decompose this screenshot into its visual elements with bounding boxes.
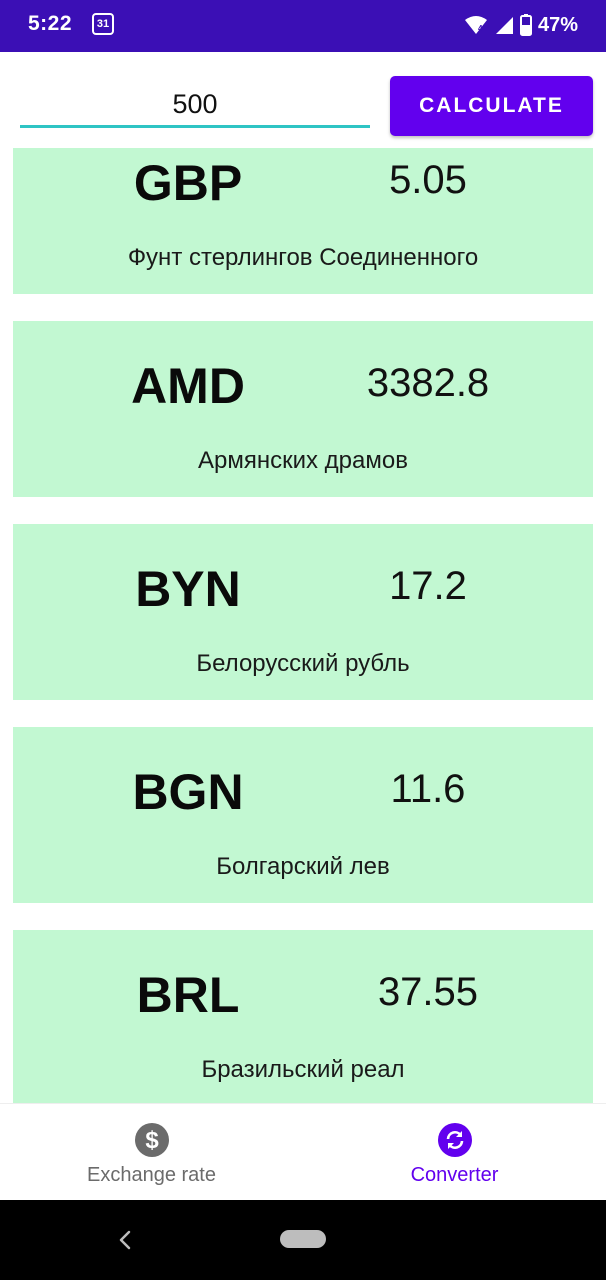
nav-item-exchange-rate[interactable]: $ Exchange rate bbox=[0, 1104, 303, 1201]
currency-card-amd: AMD 3382.8 Армянских драмов bbox=[13, 321, 593, 497]
status-indicators: 4 47% bbox=[464, 12, 578, 38]
currency-code: BYN bbox=[135, 561, 241, 617]
nav-label-exchange-rate: Exchange rate bbox=[87, 1164, 216, 1186]
bottom-navigation: $ Exchange rate Converter bbox=[0, 1103, 606, 1200]
currency-value: 11.6 bbox=[390, 767, 466, 811]
nav-item-converter[interactable]: Converter bbox=[303, 1104, 606, 1201]
currency-card-bgn: BGN 11.6 Болгарский лев bbox=[13, 727, 593, 903]
nav-label-converter: Converter bbox=[410, 1164, 499, 1186]
currency-code: GBP bbox=[133, 155, 243, 211]
currency-code: BRL bbox=[136, 967, 240, 1023]
wifi-icon: 4 bbox=[464, 16, 487, 34]
converter-input-area: CALCULATE bbox=[0, 52, 606, 148]
status-time: 5:22 bbox=[28, 12, 73, 35]
amount-input[interactable] bbox=[20, 84, 370, 128]
svg-text:$: $ bbox=[145, 1127, 159, 1154]
currency-code: AMD bbox=[131, 358, 245, 414]
currency-value: 37.55 bbox=[377, 970, 479, 1014]
system-navigation-bar bbox=[0, 1200, 606, 1280]
currency-name: Армянских драмов bbox=[198, 447, 408, 474]
status-bar: 5:22 31 4 47% bbox=[0, 0, 606, 52]
currency-value: 3382.8 bbox=[366, 361, 490, 405]
currency-card-gbp: GBP 5.05 Фунт стерлингов Соединенного bbox=[13, 148, 593, 294]
svg-text:4: 4 bbox=[478, 24, 483, 33]
currency-name: Белорусский рубль bbox=[196, 650, 410, 677]
calendar-icon: 31 bbox=[92, 13, 114, 35]
battery-percent: 47% bbox=[537, 13, 578, 36]
signal-icon bbox=[495, 17, 513, 34]
currency-card-brl: BRL 37.55 Бразильский реал bbox=[13, 930, 593, 1103]
sync-icon bbox=[437, 1123, 472, 1157]
currency-card-byn: BYN 17.2 Белорусский рубль bbox=[13, 524, 593, 700]
dollar-icon: $ bbox=[134, 1123, 169, 1157]
currency-name: Фунт стерлингов Соединенного bbox=[127, 244, 479, 271]
currency-name: Болгарский лев bbox=[216, 853, 390, 880]
calculate-button[interactable]: CALCULATE bbox=[390, 76, 593, 136]
currency-list[interactable]: GBP 5.05 Фунт стерлингов Соединенного AM… bbox=[0, 148, 606, 1103]
battery-icon bbox=[519, 14, 532, 36]
currency-value: 5.05 bbox=[389, 158, 467, 202]
currency-value: 17.2 bbox=[389, 564, 467, 608]
currency-code: BGN bbox=[132, 764, 244, 820]
back-icon[interactable] bbox=[112, 1226, 140, 1254]
currency-name: Бразильский реал bbox=[201, 1056, 405, 1083]
home-button[interactable] bbox=[280, 1230, 326, 1248]
